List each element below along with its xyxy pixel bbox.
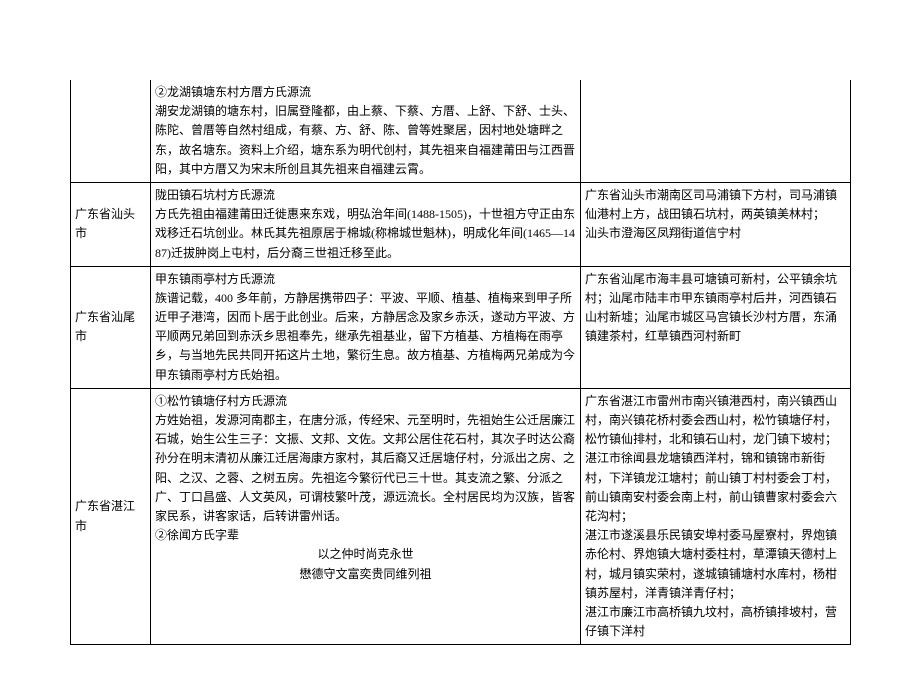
- origin-line: ②龙湖镇塘东村方厝方氏源流: [155, 83, 576, 102]
- places-line: 广东省湛江市雷州市南兴镇港西村，南兴镇西山村，南兴镇花桥村委会西山村，松竹镇塘仔…: [585, 392, 846, 450]
- origin-line: ①松竹镇塘仔村方氏源流: [155, 392, 576, 411]
- origin-line: 方氏先祖由福建莆田迁徙惠来东戏，明弘治年间(1488-1505)，十世祖方守正由…: [155, 205, 576, 263]
- places-line: 湛江市遂溪县乐民镇安埠村委马屋寮村，界炮镇赤伦村、界炮镇大塘村委柱村，草潭镇天德…: [585, 526, 846, 603]
- region-cell: 广东省汕尾市: [71, 266, 151, 388]
- origin-cell: ②龙湖镇塘东村方厝方氏源流潮安龙湖镇的塘东村，旧属登隆都，由上蔡、下蔡、方厝、上…: [151, 80, 581, 182]
- places-cell: 广东省湛江市雷州市南兴镇港西村，南兴镇西山村，南兴镇花桥村委会西山村，松竹镇塘仔…: [581, 388, 851, 644]
- places-line: 湛江市徐闻县龙塘镇西洋村，锦和镇锦市新街村，下洋镇龙江塘村；前山镇丁村村委会丁村…: [585, 449, 846, 526]
- table-row: 广东省汕头市陇田镇石坑村方氏源流方氏先祖由福建莆田迁徙惠来东戏，明弘治年间(14…: [71, 182, 851, 266]
- region-cell: 广东省湛江市: [71, 388, 151, 644]
- origin-line: 潮安龙湖镇的塘东村，旧属登隆都，由上蔡、下蔡、方厝、上舒、下舒、士头、陈陀、曾厝…: [155, 102, 576, 179]
- origin-line: 甲东镇雨亭村方氏源流: [155, 270, 576, 289]
- origin-line: 陇田镇石坑村方氏源流: [155, 186, 576, 205]
- origin-line: 懋德守文富奕贵同维列祖: [155, 565, 576, 584]
- table-row: 广东省湛江市①松竹镇塘仔村方氏源流方姓始祖，发源河南郡主，在唐分派，传经宋、元至…: [71, 388, 851, 644]
- origin-cell: 陇田镇石坑村方氏源流方氏先祖由福建莆田迁徙惠来东戏，明弘治年间(1488-150…: [151, 182, 581, 266]
- region-cell: [71, 80, 151, 182]
- places-cell: 广东省汕头市潮南区司马浦镇下方村，司马浦镇仙港村上方，战田镇石坑村，两英镇美林村…: [581, 182, 851, 266]
- places-line: 汕头市澄海区凤翔街道信宁村: [585, 224, 846, 243]
- places-line: 广东省汕头市潮南区司马浦镇下方村，司马浦镇仙港村上方，战田镇石坑村，两英镇美林村…: [585, 186, 846, 224]
- places-cell: 广东省汕尾市海丰县可塘镇可新村，公平镇余坑村；汕尾市陆丰市甲东镇雨亭村后井，河西…: [581, 266, 851, 388]
- table-row: 广东省汕尾市甲东镇雨亭村方氏源流族谱记载，400 多年前，方静居携带四子：平波、…: [71, 266, 851, 388]
- origin-cell: 甲东镇雨亭村方氏源流族谱记载，400 多年前，方静居携带四子：平波、平顺、植基、…: [151, 266, 581, 388]
- origin-line: ②徐闻方氏字辈: [155, 526, 576, 545]
- table-row: ②龙湖镇塘东村方厝方氏源流潮安龙湖镇的塘东村，旧属登隆都，由上蔡、下蔡、方厝、上…: [71, 80, 851, 182]
- origin-line: 族谱记载，400 多年前，方静居携带四子：平波、平顺、植基、植梅来到甲子所近甲子…: [155, 289, 576, 385]
- places-cell: [581, 80, 851, 182]
- origin-line: 方姓始祖，发源河南郡主，在唐分派，传经宋、元至明时，先祖始生公迁居廉江石城，始生…: [155, 411, 576, 526]
- region-cell: 广东省汕头市: [71, 182, 151, 266]
- places-line: 湛江市廉江市高桥镇九坟村，高桥镇排坡村，营仔镇下洋村: [585, 603, 846, 641]
- origin-line: 以之仲时尚克永世: [155, 545, 576, 564]
- places-line: 广东省汕尾市海丰县可塘镇可新村，公平镇余坑村；汕尾市陆丰市甲东镇雨亭村后井，河西…: [585, 270, 846, 347]
- genealogy-table: ②龙湖镇塘东村方厝方氏源流潮安龙湖镇的塘东村，旧属登隆都，由上蔡、下蔡、方厝、上…: [70, 80, 851, 645]
- origin-cell: ①松竹镇塘仔村方氏源流方姓始祖，发源河南郡主，在唐分派，传经宋、元至明时，先祖始…: [151, 388, 581, 644]
